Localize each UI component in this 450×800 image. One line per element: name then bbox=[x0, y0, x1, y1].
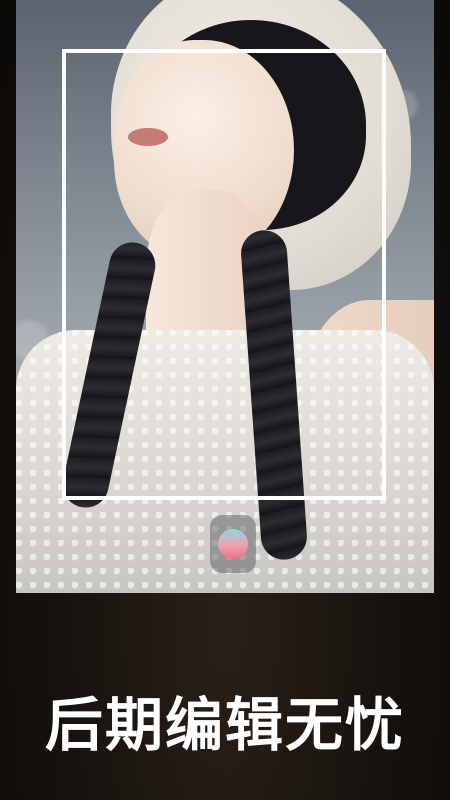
crop-frame[interactable] bbox=[62, 49, 386, 500]
promo-screen: 后期编辑无忧 bbox=[0, 0, 450, 800]
promo-headline: 后期编辑无忧 bbox=[44, 691, 405, 759]
gradient-record-icon bbox=[218, 529, 248, 559]
record-button[interactable] bbox=[210, 515, 256, 573]
